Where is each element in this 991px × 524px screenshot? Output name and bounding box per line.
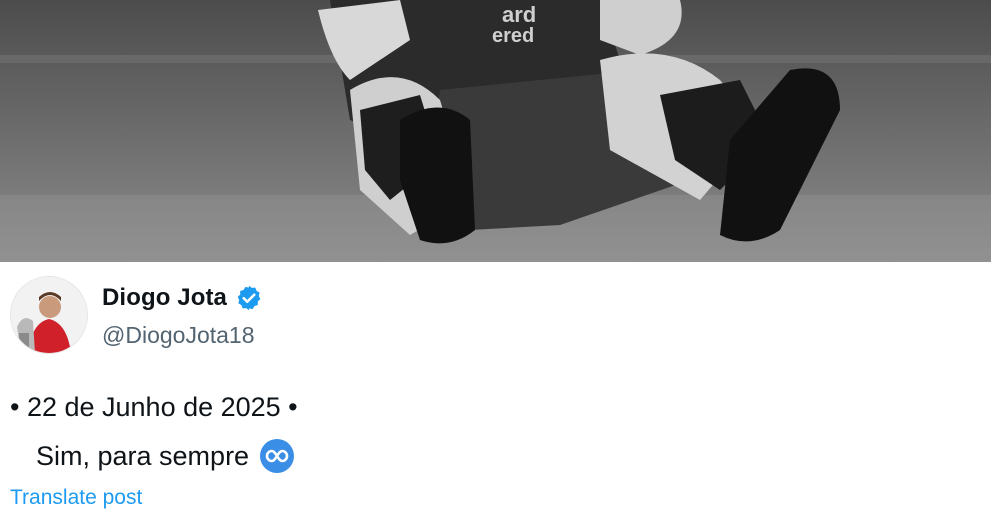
verified-badge-icon <box>235 284 263 312</box>
svg-text:ered: ered <box>492 25 534 47</box>
post-text-message-row: Sim, para sempre <box>36 438 295 474</box>
post-header: Diogo Jota @DiogoJota18 <box>10 276 610 356</box>
avatar-image <box>11 277 87 353</box>
translate-post-link[interactable]: Translate post <box>10 486 142 510</box>
author-display-name[interactable]: Diogo Jota <box>102 284 227 312</box>
post-text-message: Sim, para sempre <box>36 440 250 471</box>
author-name-row: Diogo Jota <box>102 284 263 312</box>
post-photo[interactable]: ard ered <box>0 0 991 262</box>
author-handle[interactable]: @DiogoJota18 <box>102 322 255 349</box>
player-kneeling-photo: ard ered <box>0 0 991 262</box>
author-avatar[interactable] <box>10 276 88 354</box>
post-text-date: • 22 de Junho de 2025 • <box>10 392 298 422</box>
svg-text:ard: ard <box>502 2 536 27</box>
infinity-icon <box>259 438 295 474</box>
